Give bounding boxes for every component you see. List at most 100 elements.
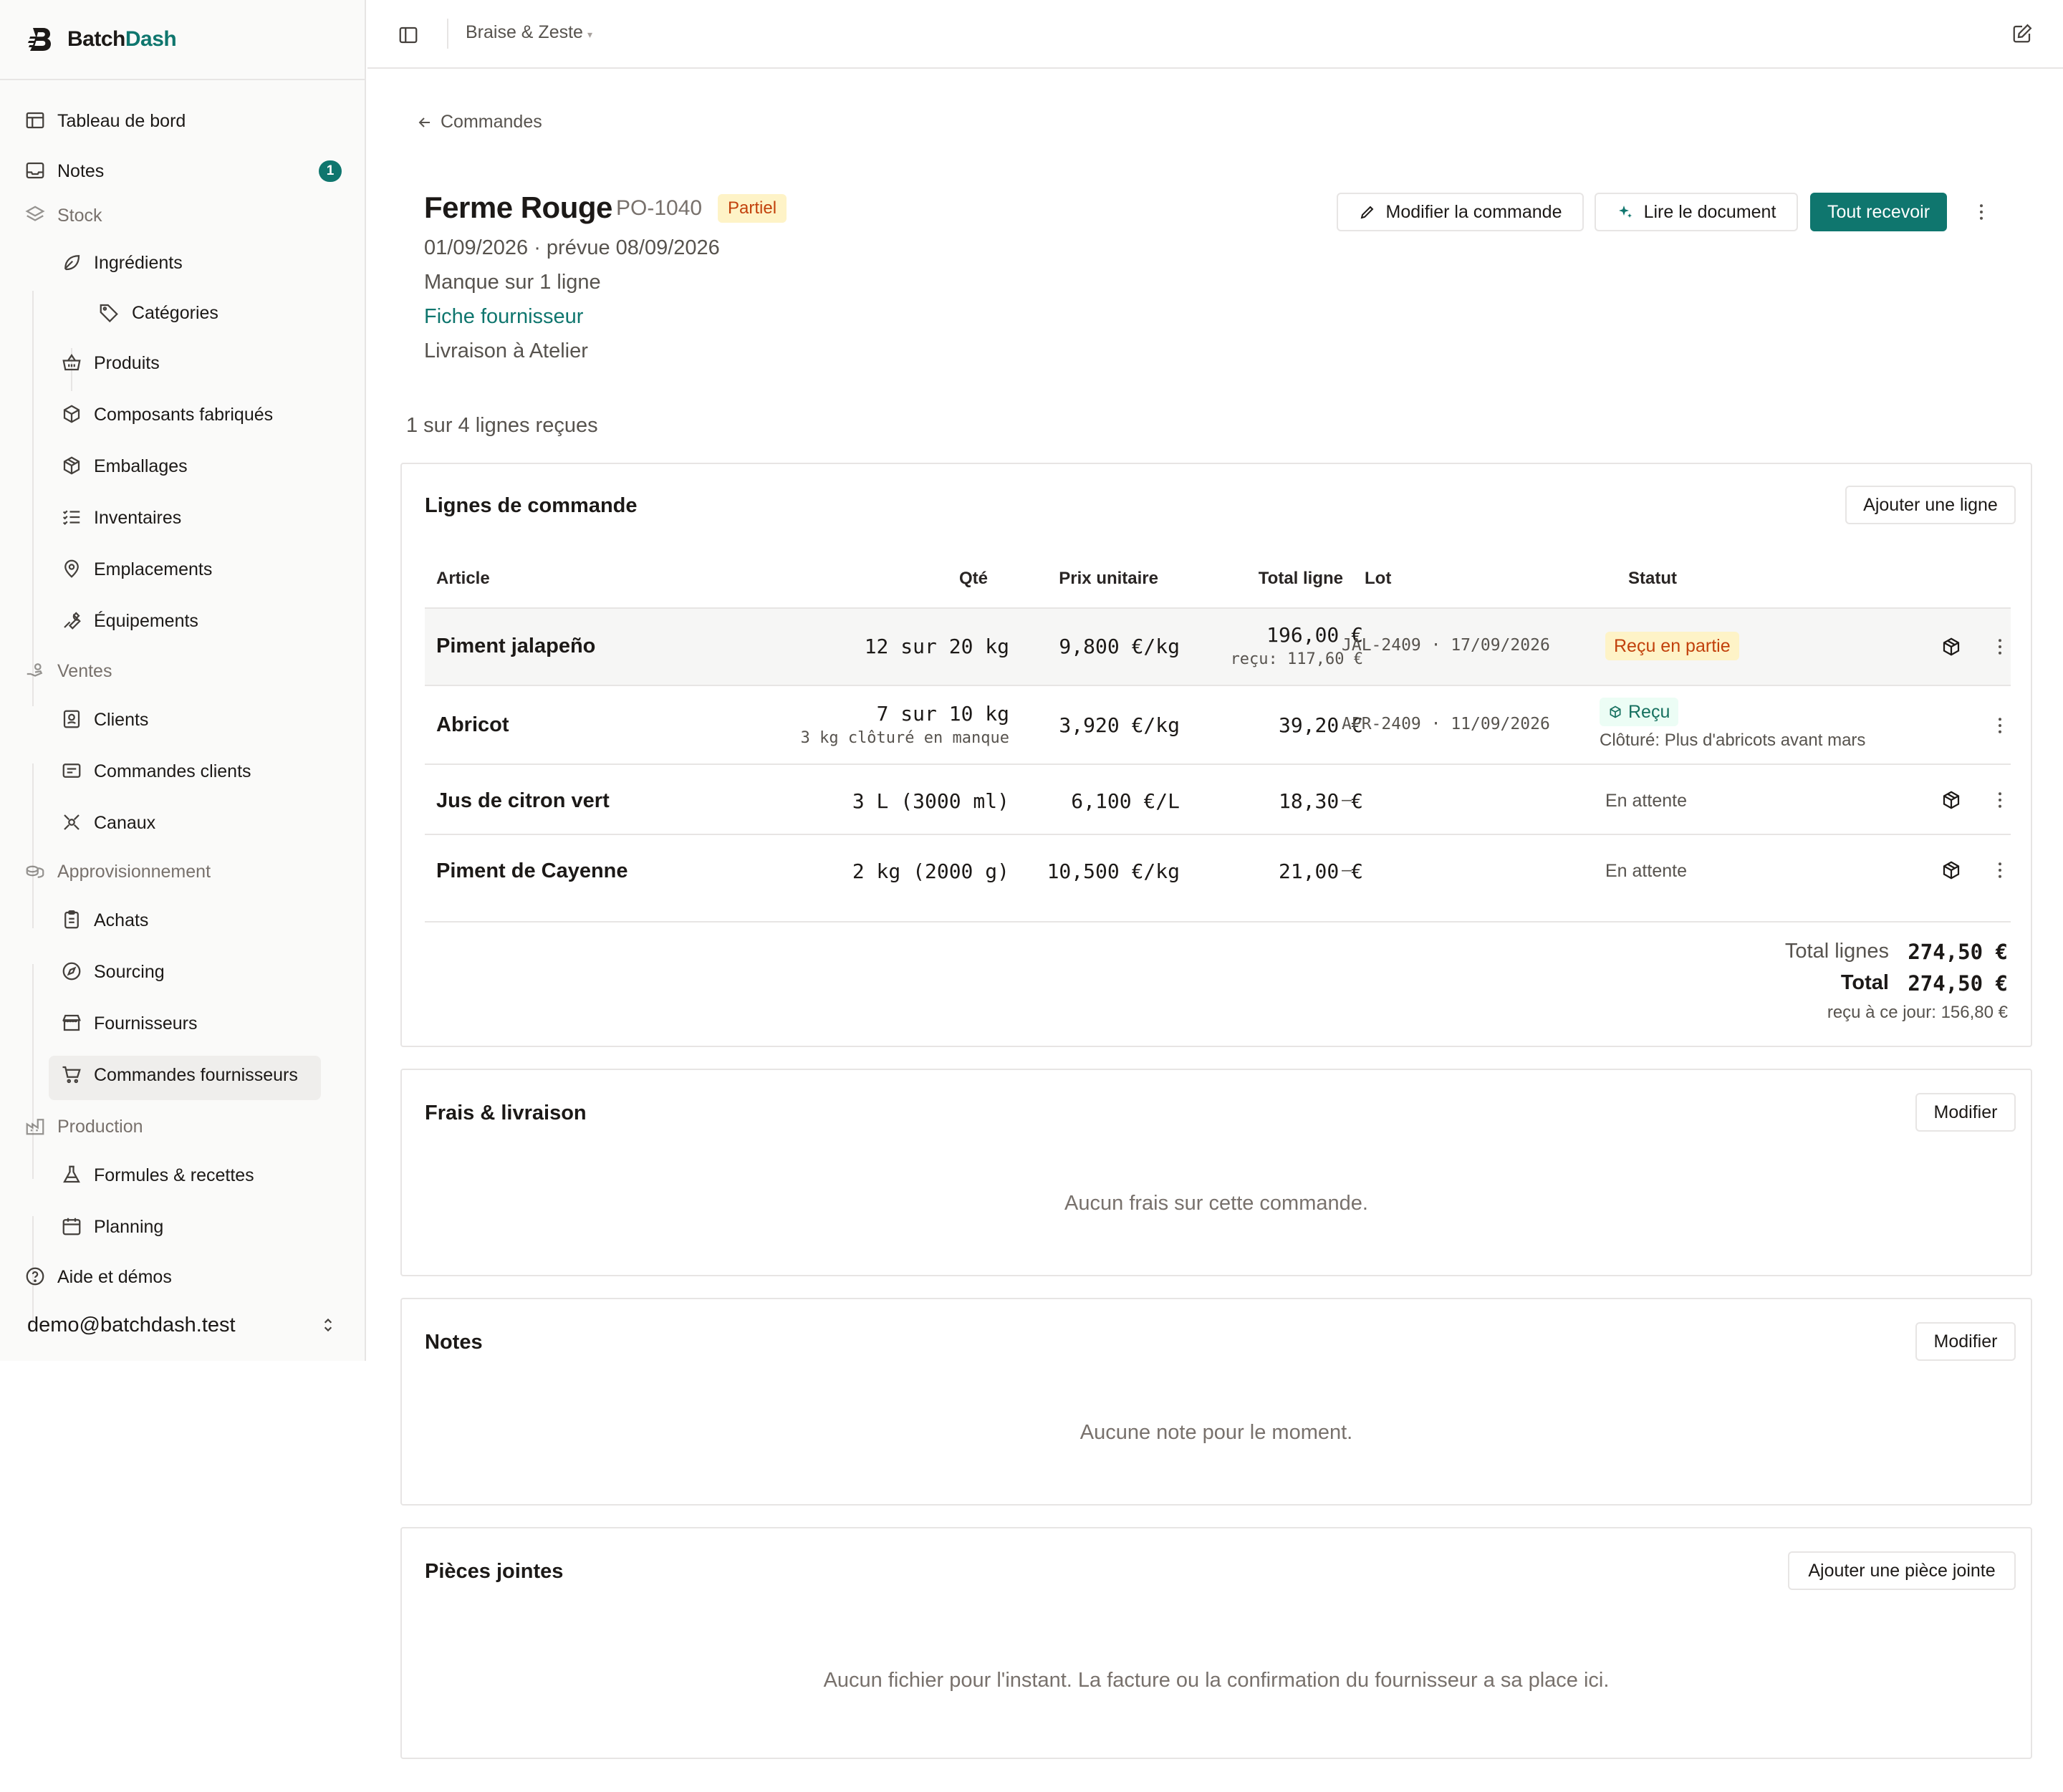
- notes-count-badge: 1: [319, 160, 342, 182]
- cart-icon: [62, 1066, 81, 1084]
- add-line-button[interactable]: Ajouter une ligne: [1845, 486, 2016, 524]
- sidebar-toggle-icon[interactable]: [398, 24, 419, 46]
- col-header-lot: Lot: [1365, 569, 1392, 588]
- wrench-icon: [64, 612, 81, 630]
- sidebar-item-channels[interactable]: Canaux: [0, 801, 365, 849]
- order-dates: 01/09/2026 · prévue 08/09/2026: [424, 236, 720, 259]
- more-vertical-icon[interactable]: [1989, 636, 2011, 657]
- fees-card: Frais & livraison Modifier Aucun frais s…: [400, 1069, 2032, 1276]
- sidebar-item-client-orders[interactable]: Commandes clients: [0, 749, 365, 801]
- sidebar-group-sales[interactable]: Ventes: [0, 649, 365, 698]
- chevrons-up-down-icon: [324, 1318, 332, 1332]
- cell-qty: 3 L (3000 ml): [852, 789, 1009, 813]
- sidebar-item-supplier-orders[interactable]: Commandes fournisseurs: [0, 1053, 365, 1104]
- tag-icon: [100, 304, 118, 323]
- cell-qty-note: 3 kg clôturé en manque: [800, 729, 1009, 747]
- status-badge: Partiel: [718, 194, 787, 223]
- status-badge: Reçu: [1600, 698, 1679, 726]
- supplier-link[interactable]: Fiche fournisseur: [424, 305, 583, 329]
- box-icon: [63, 405, 80, 423]
- order-number: PO-1040: [616, 196, 703, 220]
- contact-icon: [63, 710, 80, 728]
- edit-fees-button[interactable]: Modifier: [1915, 1093, 2016, 1132]
- layers-icon: [25, 206, 45, 221]
- sidebar-item-recipes[interactable]: Formules & recettes: [0, 1153, 365, 1205]
- cell-qty: 7 sur 10 kg: [876, 702, 1009, 726]
- sidebar-item-dashboard[interactable]: Tableau de bord: [0, 99, 365, 149]
- brand-name: BatchDash: [67, 27, 177, 51]
- sidebar-group-production[interactable]: Production: [0, 1104, 365, 1153]
- sidebar-item-locations[interactable]: Emplacements: [0, 547, 365, 599]
- receive-progress: 1 sur 4 lignes reçues: [406, 414, 598, 437]
- sidebar-nav: Tableau de bord Notes 1 Stock Ingrédient…: [0, 80, 365, 1324]
- more-vertical-icon[interactable]: [1971, 201, 1992, 223]
- sidebar-item-purchases[interactable]: Achats: [0, 898, 365, 950]
- cell-lot: —: [1342, 791, 1352, 809]
- card-title: Frais & livraison: [425, 1102, 587, 1124]
- receive-box-icon[interactable]: [1941, 859, 1962, 881]
- sidebar-item-equipment[interactable]: Équipements: [0, 599, 365, 649]
- empty-state: Aucune note pour le moment.: [1079, 1421, 1353, 1444]
- status-badge: Reçu en partie: [1605, 632, 1739, 660]
- factory-icon: [26, 1119, 44, 1135]
- cell-article: Jus de citron vert: [436, 789, 610, 812]
- status-text: En attente: [1605, 861, 1687, 881]
- cell-article: Piment de Cayenne: [436, 859, 628, 882]
- sidebar-item-sourcing[interactable]: Sourcing: [0, 950, 365, 1001]
- sidebar-item-components[interactable]: Composants fabriqués: [0, 392, 365, 444]
- order-missing: Manque sur 1 ligne: [424, 271, 601, 294]
- receipt-icon: [62, 763, 81, 778]
- table-row[interactable]: Piment jalapeño 12 sur 20 kg 9,800 €/kg …: [425, 607, 2011, 685]
- read-document-button[interactable]: Lire le document: [1595, 193, 1798, 231]
- sidebar-item-notes[interactable]: Notes 1: [0, 149, 365, 193]
- sidebar-group-stock[interactable]: Stock: [0, 193, 365, 241]
- edit-notes-button[interactable]: Modifier: [1915, 1322, 2016, 1361]
- table-row[interactable]: Jus de citron vert 3 L (3000 ml) 6,100 €…: [425, 763, 2011, 834]
- table-row[interactable]: Abricot 7 sur 10 kg 3 kg clôturé en manq…: [425, 685, 2011, 763]
- empty-state: Aucun fichier pour l'instant. La facture…: [823, 1669, 1610, 1692]
- package-icon: [63, 456, 80, 475]
- help-circle-icon: [26, 1267, 44, 1286]
- sidebar-item-inventories[interactable]: Inventaires: [0, 496, 365, 547]
- brand[interactable]: BatchDash: [0, 0, 365, 80]
- clipboard-icon: [64, 910, 79, 929]
- edit-order-button[interactable]: Modifier la commande: [1337, 193, 1584, 231]
- cell-article: Abricot: [436, 713, 509, 736]
- compass-icon: [62, 962, 81, 981]
- more-vertical-icon[interactable]: [1989, 789, 2011, 811]
- order-delivery: Livraison à Atelier: [424, 339, 588, 362]
- table-row[interactable]: Piment de Cayenne 2 kg (2000 g) 10,500 €…: [425, 834, 2011, 921]
- page-title: Ferme Rouge: [424, 191, 612, 224]
- basket-icon: [62, 353, 81, 371]
- user-menu[interactable]: demo@batchdash.test: [0, 1300, 365, 1350]
- card-title: Notes: [425, 1331, 483, 1354]
- receive-box-icon[interactable]: [1941, 636, 1962, 657]
- receive-box-icon[interactable]: [1941, 789, 1962, 811]
- add-attachment-button[interactable]: Ajouter une pièce jointe: [1788, 1551, 2016, 1590]
- back-link[interactable]: Commandes: [416, 112, 542, 133]
- sidebar-item-ingredients[interactable]: Ingrédients: [0, 241, 365, 291]
- sidebar-item-categories[interactable]: Catégories: [0, 291, 365, 341]
- compose-icon[interactable]: [2011, 23, 2033, 44]
- sidebar-group-procurement[interactable]: Approvisionnement: [0, 849, 365, 898]
- cell-unit-price: 9,800 €/kg: [1059, 635, 1180, 658]
- more-vertical-icon[interactable]: [1989, 859, 2011, 881]
- attachments-card: Pièces jointes Ajouter une pièce jointe …: [400, 1527, 2032, 1759]
- sidebar-item-products[interactable]: Produits: [0, 341, 365, 392]
- network-icon: [64, 814, 80, 830]
- workspace-switcher[interactable]: Braise & Zeste ▾: [466, 22, 592, 43]
- cell-article: Piment jalapeño: [436, 635, 596, 657]
- order-lines-card: Lignes de commande Ajouter une ligne Art…: [400, 463, 2032, 1047]
- sidebar-item-suppliers[interactable]: Fournisseurs: [0, 1001, 365, 1053]
- sidebar-item-planning[interactable]: Planning: [0, 1205, 365, 1255]
- hand-coins-icon: [27, 663, 43, 677]
- more-vertical-icon[interactable]: [1989, 715, 2011, 736]
- coins-icon: [26, 865, 44, 878]
- sidebar-item-help[interactable]: Aide et démos: [0, 1255, 365, 1305]
- receive-all-button[interactable]: Tout recevoir: [1810, 193, 1947, 231]
- card-title: Lignes de commande: [425, 494, 638, 517]
- cell-unit-price: 6,100 €/L: [1071, 789, 1180, 813]
- sidebar-item-clients[interactable]: Clients: [0, 698, 365, 749]
- empty-state: Aucun frais sur cette commande.: [1064, 1192, 1368, 1215]
- sidebar-item-packaging[interactable]: Emballages: [0, 444, 365, 496]
